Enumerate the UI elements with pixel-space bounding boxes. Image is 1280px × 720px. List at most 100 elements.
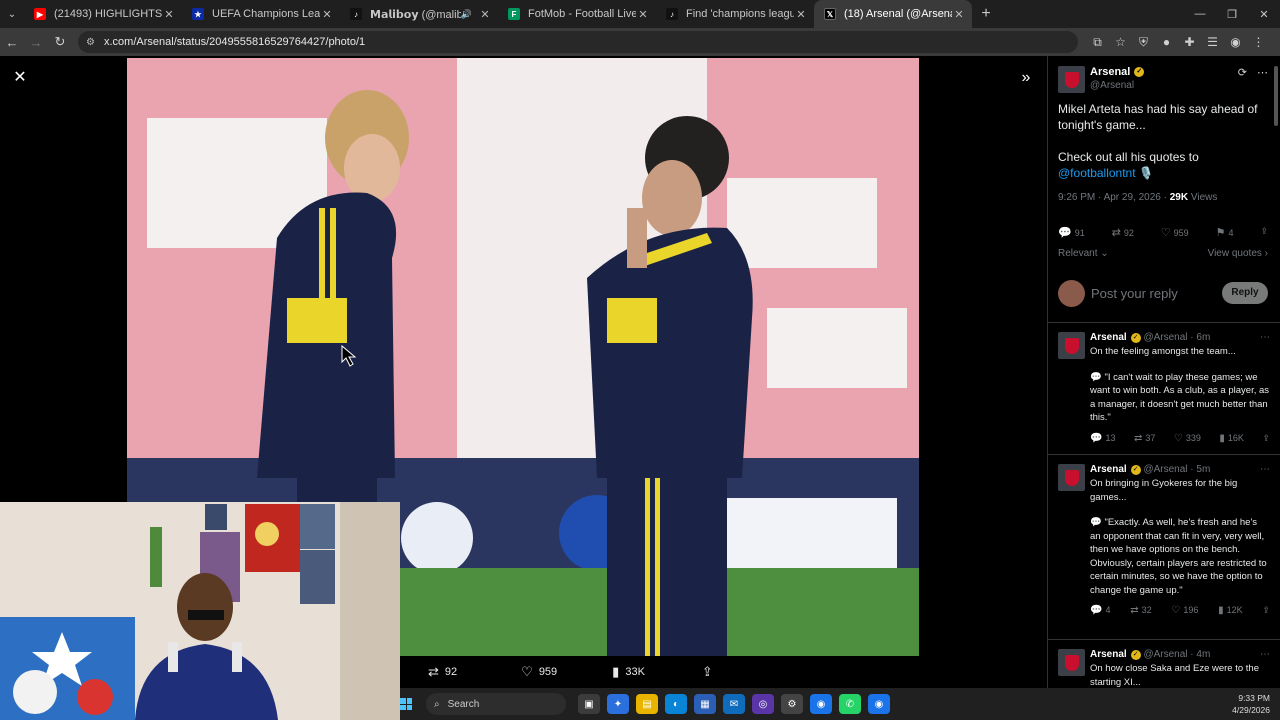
more-icon[interactable]: ⋯ xyxy=(1260,464,1270,475)
site-info-icon[interactable]: ⚙ xyxy=(86,37,100,48)
scrollbar[interactable] xyxy=(1274,66,1278,126)
retweet-button[interactable]: ⇄ 92 xyxy=(428,664,457,680)
tab-close-icon[interactable]: ✕ xyxy=(794,8,808,21)
whatsapp-icon[interactable]: ✆ xyxy=(839,694,861,714)
tab-search-chevron-icon[interactable]: ⌄ xyxy=(0,0,24,28)
chrome-icon[interactable]: ◉ xyxy=(810,694,832,714)
avatar[interactable] xyxy=(1058,649,1085,676)
retweet-icon: ⇄ xyxy=(1111,227,1121,239)
back-arrow-icon[interactable]: ← xyxy=(0,28,24,56)
retweet-button[interactable]: ⇄ 32 xyxy=(1130,605,1151,616)
uefa-icon: ★ xyxy=(192,8,204,20)
install-app-icon[interactable]: ⧉ xyxy=(1086,35,1109,50)
more-icon[interactable]: ⋯ xyxy=(1260,649,1270,660)
view-quotes-link[interactable]: View quotes › xyxy=(1208,248,1268,259)
taskbar-search[interactable]: ⌕ Search xyxy=(426,693,566,715)
file-explorer-icon[interactable]: ▤ xyxy=(636,694,658,714)
more-icon[interactable]: ⋯ xyxy=(1260,332,1270,343)
restore-icon[interactable]: ❐ xyxy=(1216,0,1248,28)
menu-kebab-icon[interactable]: ⋮ xyxy=(1247,35,1270,49)
windows-start-icon[interactable] xyxy=(400,698,412,710)
author-name[interactable]: Arsenal ✓ xyxy=(1090,66,1145,78)
display-name[interactable]: Arsenal xyxy=(1090,332,1127,343)
reply-header: Arsenal ✓ @Arsenal · 5m ⋯ xyxy=(1090,464,1270,475)
avatar[interactable] xyxy=(1058,332,1085,359)
reply-button[interactable]: 💬 4 xyxy=(1090,605,1110,616)
user-avatar[interactable] xyxy=(1058,279,1085,307)
like-button[interactable]: ♡ 196 xyxy=(1171,605,1198,616)
views-button[interactable]: ▮ 16K xyxy=(1219,433,1244,444)
outlook-icon[interactable]: ✉ xyxy=(723,694,745,714)
browser-tab[interactable]: ▶ (21493) HIGHLIGHTS | Arsenal v ✕ xyxy=(24,0,182,28)
author-handle[interactable]: @Arsenal xyxy=(1090,80,1144,91)
reply-button[interactable]: 💬 91 xyxy=(1058,226,1085,239)
reply-tweet[interactable]: Arsenal ✓ @Arsenal · 5m ⋯ On bringing in … xyxy=(1058,464,1270,616)
browser-tab[interactable]: ♪ 𝗠𝗮𝗹𝗶𝗯𝗼𝘆 (@maliboy1 🔊 ✕ xyxy=(340,0,498,28)
avatar[interactable] xyxy=(1058,66,1085,93)
copilot-icon[interactable]: ✦ xyxy=(607,694,629,714)
extension-icon[interactable]: ● xyxy=(1155,35,1178,49)
retweet-button[interactable]: ⇄ 37 xyxy=(1134,433,1155,444)
share-button[interactable]: ⇪ xyxy=(702,664,719,680)
like-button[interactable]: ♡ 339 xyxy=(1174,433,1201,444)
expand-chevrons-icon[interactable]: » xyxy=(1016,68,1036,88)
display-name[interactable]: Arsenal xyxy=(1090,649,1127,660)
new-tab-button[interactable]: + xyxy=(972,5,1000,23)
address-bar[interactable]: ⚙ x.com/Arsenal/status/20495558165297644… xyxy=(78,31,1078,53)
post-timestamp[interactable]: 9:26 PM · Apr 29, 2026 · xyxy=(1058,192,1170,203)
obs-icon[interactable]: ◎ xyxy=(752,694,774,714)
taskbar-search-label: Search xyxy=(447,698,480,710)
more-icon[interactable]: ⋯ xyxy=(1257,66,1268,79)
tab-close-icon[interactable]: ✕ xyxy=(320,8,334,21)
mention-link[interactable]: @footballontnt xyxy=(1058,166,1136,180)
share-icon[interactable]: ⇪ xyxy=(1260,226,1268,239)
close-icon[interactable]: ✕ xyxy=(10,68,30,88)
like-button[interactable]: ♡ 959 xyxy=(1161,226,1189,239)
views-button[interactable]: ▮ 12K xyxy=(1218,605,1243,616)
close-window-icon[interactable]: ✕ xyxy=(1248,0,1280,28)
bookmark-icon: ⚑ xyxy=(1215,227,1226,239)
divider xyxy=(1048,639,1280,640)
retweet-icon: ⇄ xyxy=(1133,432,1143,444)
browser-tab[interactable]: ♪ Find 'champions league song' o ✕ xyxy=(656,0,814,28)
store-icon[interactable]: ▦ xyxy=(694,694,716,714)
reply-button[interactable]: 💬 13 xyxy=(1090,433,1115,444)
bookmark-button[interactable]: ⚑ 4 xyxy=(1216,226,1234,239)
reply-input[interactable]: Post your reply xyxy=(1091,286,1222,301)
steam-icon[interactable]: ⚙ xyxy=(781,694,803,714)
tab-close-icon[interactable]: ✕ xyxy=(478,8,492,21)
chrome-profile-icon[interactable]: ◉ xyxy=(868,694,890,714)
reply-tweet[interactable]: Arsenal ✓ @Arsenal · 4m ⋯ On how close Sa… xyxy=(1058,649,1270,688)
system-clock[interactable]: 9:33 PM 4/29/2026 xyxy=(1232,692,1270,716)
profile-icon[interactable]: ◉ xyxy=(1224,35,1247,49)
tab-title: (18) Arsenal (@Arsenal) / X xyxy=(844,8,952,20)
display-name: Arsenal xyxy=(1090,66,1131,78)
shield-extension-icon[interactable]: ⛨ xyxy=(1132,35,1155,50)
display-name[interactable]: Arsenal xyxy=(1090,464,1127,475)
share-icon[interactable]: ⇪ xyxy=(1262,605,1270,616)
views-button[interactable]: ▮ 33K xyxy=(612,664,645,680)
bookmark-star-icon[interactable]: ☆ xyxy=(1109,35,1132,49)
speaker-icon[interactable]: 🔊 xyxy=(461,9,472,20)
tab-close-icon[interactable]: ✕ xyxy=(162,8,176,21)
grok-icon[interactable]: ⟳ xyxy=(1238,66,1247,79)
retweet-button[interactable]: ⇄ 92 xyxy=(1112,226,1134,239)
browser-tab[interactable]: ★ UEFA Champions League | UEFA ✕ xyxy=(182,0,340,28)
tab-close-icon[interactable]: ✕ xyxy=(636,8,650,21)
reload-icon[interactable]: ↻ xyxy=(48,28,72,56)
tab-close-icon[interactable]: ✕ xyxy=(952,8,966,21)
task-view-icon[interactable]: ▣ xyxy=(578,694,600,714)
reply-submit-button[interactable]: Reply xyxy=(1222,282,1268,304)
browser-tab[interactable]: F FotMob - Football Live Scores ✕ xyxy=(498,0,656,28)
forward-arrow-icon[interactable]: → xyxy=(24,28,48,56)
avatar[interactable] xyxy=(1058,464,1085,491)
browser-tab-active[interactable]: 𝕏 (18) Arsenal (@Arsenal) / X ✕ xyxy=(814,0,972,28)
reading-list-icon[interactable]: ☰ xyxy=(1201,35,1224,49)
share-icon[interactable]: ⇪ xyxy=(1262,433,1270,444)
edge-icon[interactable]: ◐ xyxy=(665,694,687,714)
sort-dropdown[interactable]: Relevant ⌄ xyxy=(1058,248,1109,259)
minimize-icon[interactable]: — xyxy=(1184,0,1216,28)
reply-tweet[interactable]: Arsenal ✓ @Arsenal · 6m ⋯ On the feeling … xyxy=(1058,332,1270,444)
like-button[interactable]: ♡ 959 xyxy=(521,664,557,680)
puzzle-icon[interactable]: ✚ xyxy=(1178,35,1201,49)
